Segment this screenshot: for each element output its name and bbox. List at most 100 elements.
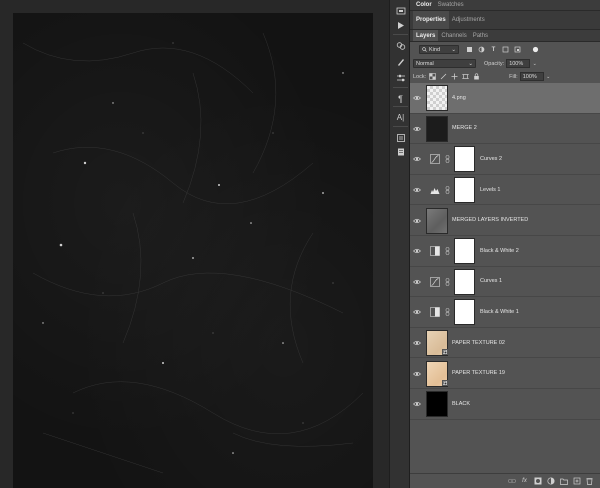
lock-transparency-icon[interactable] — [428, 72, 437, 81]
layer-name[interactable]: Levels 1 — [480, 187, 501, 193]
eye-icon[interactable] — [413, 370, 421, 378]
tab-properties[interactable]: Properties — [413, 11, 449, 29]
layer-row[interactable]: Curves 2 — [410, 144, 600, 175]
lock-artboard-icon[interactable] — [461, 72, 470, 81]
eye-icon[interactable] — [413, 125, 421, 133]
layer-style-icon[interactable]: fx — [520, 477, 529, 486]
tab-layers[interactable]: Layers — [413, 30, 439, 41]
brush-icon[interactable] — [392, 53, 409, 70]
layer-row[interactable]: Black & White 2 — [410, 236, 600, 267]
new-group-icon[interactable] — [559, 477, 568, 486]
lock-pixels-icon[interactable] — [439, 72, 448, 81]
layer-row[interactable]: MERGE 2 — [410, 114, 600, 145]
link-chain-icon[interactable] — [445, 277, 451, 286]
eye-icon[interactable] — [413, 308, 421, 316]
layer-name[interactable]: MERGE 2 — [452, 125, 477, 131]
document-canvas[interactable] — [13, 13, 373, 488]
layer-name[interactable]: PAPER TEXTURE 19 — [452, 370, 505, 376]
layer-row[interactable]: BLACK — [410, 389, 600, 420]
smart-object-badge-icon — [442, 349, 448, 356]
link-layers-icon[interactable] — [507, 477, 516, 486]
layer-mask-thumbnail[interactable] — [454, 238, 475, 265]
layer-name[interactable]: Black & White 2 — [480, 248, 519, 254]
chevron-down-icon[interactable]: ⌄ — [530, 59, 539, 68]
layer-name[interactable]: Curves 1 — [480, 278, 502, 284]
blend-mode-value: Normal — [416, 60, 434, 67]
link-chain-icon[interactable] — [445, 308, 451, 317]
layers-bottom-bar: fx — [410, 473, 600, 488]
smart-object-badge-icon — [442, 379, 448, 386]
clone-source-icon[interactable] — [392, 37, 409, 54]
play-actions-icon[interactable] — [392, 17, 409, 34]
link-chain-icon[interactable] — [445, 155, 451, 164]
blend-opacity-row: Normal ⌄ Opacity: 100% ⌄ — [410, 57, 600, 70]
notes-icon[interactable] — [392, 143, 409, 160]
paragraph-icon[interactable]: ¶ — [392, 90, 409, 107]
add-mask-icon[interactable] — [533, 477, 542, 486]
tab-swatches[interactable]: Swatches — [435, 0, 467, 10]
adjustment-layer-icon[interactable] — [546, 477, 555, 486]
eye-icon[interactable] — [413, 186, 421, 194]
layer-row[interactable]: 4.png — [410, 83, 600, 114]
layer-thumbnail[interactable] — [426, 391, 448, 418]
layer-row[interactable]: Black & White 1 — [410, 297, 600, 328]
smart-object-filter-icon[interactable] — [513, 45, 522, 54]
eye-icon[interactable] — [413, 247, 421, 255]
lock-position-icon[interactable] — [450, 72, 459, 81]
chevron-down-icon: ⌄ — [451, 46, 456, 53]
tab-channels[interactable]: Channels — [438, 30, 469, 41]
layer-thumbnail[interactable] — [426, 207, 448, 234]
eye-icon[interactable] — [413, 400, 421, 408]
layer-mask-thumbnail[interactable] — [454, 299, 475, 326]
blend-mode-select[interactable]: Normal ⌄ — [413, 59, 476, 68]
layer-mask-thumbnail[interactable] — [454, 177, 475, 204]
opacity-field[interactable]: 100% — [506, 59, 531, 68]
levels-icon[interactable] — [429, 185, 440, 196]
curves-icon[interactable] — [429, 276, 440, 287]
search-icon — [422, 47, 427, 52]
panels-column: Color Swatches Properties Adjustments La… — [410, 0, 600, 488]
layer-name[interactable]: PAPER TEXTURE 02 — [452, 340, 505, 346]
link-chain-icon[interactable] — [445, 247, 451, 256]
layer-name[interactable]: Curves 2 — [480, 156, 502, 162]
eye-icon[interactable] — [413, 278, 421, 286]
layer-name[interactable]: 4.png — [452, 95, 466, 101]
pixel-filter-icon[interactable] — [465, 45, 474, 54]
curves-icon[interactable] — [429, 154, 440, 165]
layer-row[interactable]: Curves 1 — [410, 267, 600, 298]
adjustment-filter-icon[interactable] — [477, 45, 486, 54]
eye-icon[interactable] — [413, 94, 421, 102]
character-icon[interactable]: A| — [392, 109, 409, 126]
chevron-down-icon[interactable]: ⌄ — [544, 72, 553, 81]
layer-thumbnail[interactable] — [426, 115, 448, 142]
layer-name[interactable]: MERGED LAYERS INVERTED — [452, 217, 528, 223]
layer-row[interactable]: PAPER TEXTURE 02 — [410, 328, 600, 359]
layer-row[interactable]: MERGED LAYERS INVERTED — [410, 205, 600, 236]
layer-mask-thumbnail[interactable] — [454, 268, 475, 295]
link-chain-icon[interactable] — [445, 186, 451, 195]
shape-filter-icon[interactable] — [501, 45, 510, 54]
tab-paths[interactable]: Paths — [470, 30, 491, 41]
layer-mask-thumbnail[interactable] — [454, 146, 475, 173]
layer-name[interactable]: Black & White 1 — [480, 309, 519, 315]
black-white-icon[interactable] — [429, 246, 440, 257]
fill-field[interactable]: 100% — [519, 72, 544, 81]
eye-icon[interactable] — [413, 155, 421, 163]
tab-adjustments[interactable]: Adjustments — [449, 11, 488, 29]
layer-row[interactable]: PAPER TEXTURE 19 — [410, 358, 600, 389]
eye-icon[interactable] — [413, 217, 421, 225]
filter-kind-select[interactable]: Kind ⌄ — [419, 45, 459, 54]
eye-icon[interactable] — [413, 339, 421, 347]
trash-icon[interactable] — [585, 477, 594, 486]
black-white-icon[interactable] — [429, 307, 440, 318]
brush-settings-icon[interactable] — [392, 69, 409, 86]
lock-all-icon[interactable] — [472, 72, 481, 81]
chevron-down-icon: ⌄ — [468, 60, 473, 67]
new-layer-icon[interactable] — [572, 477, 581, 486]
type-filter-icon[interactable]: T — [489, 45, 498, 54]
tab-color[interactable]: Color — [413, 0, 435, 10]
layer-row[interactable]: Levels 1 — [410, 175, 600, 206]
layer-name[interactable]: BLACK — [452, 401, 470, 407]
filter-toggle-icon[interactable] — [531, 45, 540, 54]
layer-thumbnail[interactable] — [426, 85, 448, 112]
